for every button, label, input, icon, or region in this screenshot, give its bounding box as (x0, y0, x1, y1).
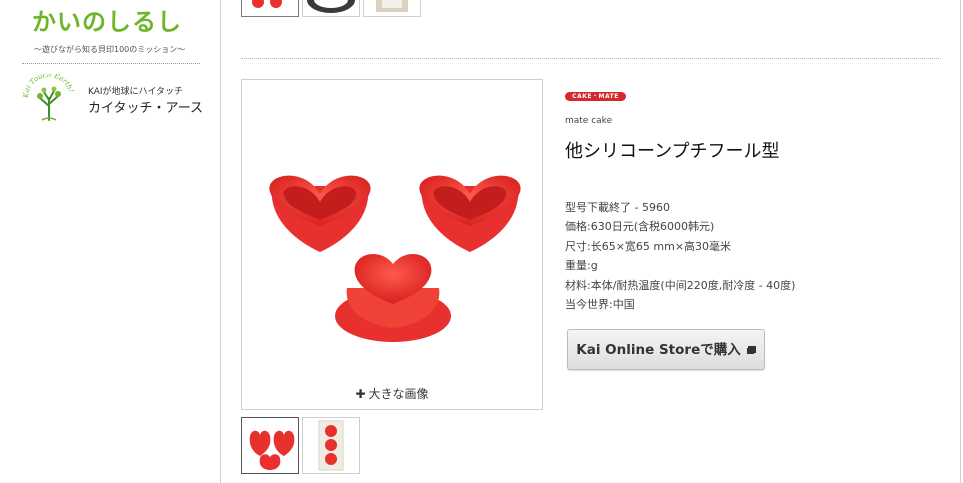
package-thumb-image (376, 0, 408, 12)
brand-name: mate cake (565, 116, 613, 126)
spec-material: 材料:本体/耐热温度(中间220度,耐冷度 - 40度) (565, 278, 796, 292)
package-thumb-image (318, 420, 344, 471)
sidebar-divider (22, 63, 200, 64)
banner-title: カイタッチ・アース (88, 101, 204, 116)
buy-online-store-button[interactable]: Kai Online Storeで購入 (567, 329, 765, 370)
kai-no-shirushi-banner[interactable]: かいのしるし 〜遊びながら知る貝印100のミッション〜 (22, 0, 200, 60)
prev-thumb-3[interactable] (363, 0, 421, 17)
dark-mold-thumb-image (307, 0, 355, 13)
enlarge-image-link[interactable]: ✚ 大きな画像 (242, 385, 542, 402)
product-specs: 型号下載終了 - 5960 価格:630日元(含税6000韩元) 尺寸:长65×… (565, 198, 795, 314)
heart-molds-image (269, 175, 521, 342)
svg-text:Kai Touch Earth!: Kai Touch Earth! (22, 74, 75, 99)
product-title: 他シリコーンプチフール型 (565, 141, 780, 162)
plus-icon: ✚ (355, 387, 366, 401)
section-divider (241, 58, 941, 59)
external-link-icon (746, 346, 756, 354)
kai-touch-earth-banner[interactable]: Kai Touch Earth! KAIが地球にハイタッチ カイタッチ・アース (22, 74, 204, 126)
spec-model-number: 型号下載終了 - 5960 (565, 201, 670, 214)
spec-weight: 重量:g (565, 259, 598, 273)
brand-logo: CAKE・MATE (565, 92, 626, 101)
product-thumb-2[interactable] (302, 417, 360, 474)
heart-molds-thumb-image (249, 430, 295, 470)
silicone-mold-thumb-image (252, 0, 282, 8)
enlarge-image-label: 大きな画像 (368, 387, 429, 401)
spec-price: 価格:630日元(含税6000韩元) (565, 220, 715, 234)
banner-tagline: KAIが地球にハイタッチ (88, 87, 184, 97)
banner-subtitle: 〜遊びながら知る貝印100のミッション〜 (34, 45, 186, 54)
product-main-image[interactable]: ✚ 大きな画像 (241, 79, 543, 410)
tree-logo-icon: Kai Touch Earth! (22, 74, 75, 121)
tree-logo-text: Kai Touch Earth! (22, 74, 75, 99)
prev-thumb-1[interactable] (241, 0, 299, 17)
banner-title: かいのしるし (32, 8, 182, 36)
spec-size: 尺寸:长65×宽65 mm×高30毫米 (565, 239, 732, 253)
product-thumb-1[interactable] (241, 417, 299, 474)
sidebar: かいのしるし 〜遊びながら知る貝印100のミッション〜 Kai Touch Ea… (0, 0, 221, 483)
prev-thumb-2[interactable] (302, 0, 360, 17)
buy-button-label: Kai Online Storeで購入 (576, 342, 741, 358)
content-right-border (960, 0, 961, 483)
spec-origin: 当今世界:中国 (565, 298, 635, 312)
